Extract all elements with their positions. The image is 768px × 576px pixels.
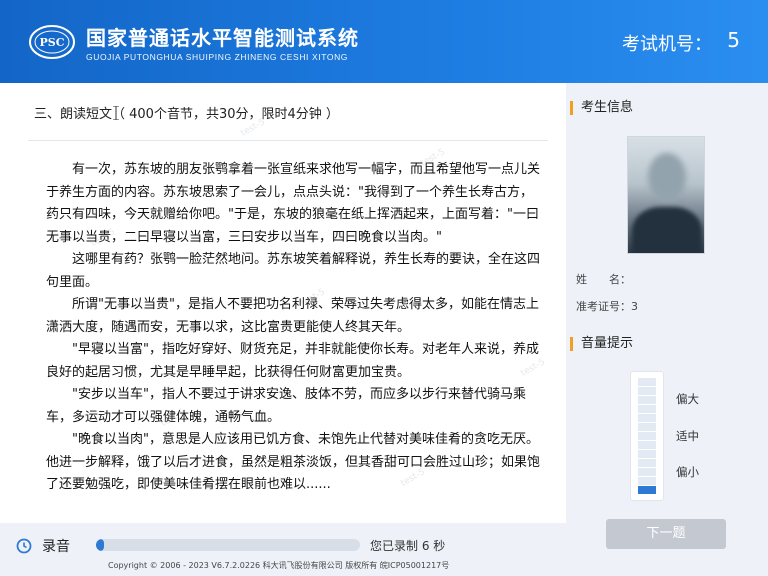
- exam-machine-label: 考试机号：: [622, 34, 712, 55]
- volume-high-label: 偏大: [676, 392, 699, 406]
- volume-bars: [638, 378, 656, 494]
- volume-bar: [638, 441, 656, 449]
- app-title: 国家普通话水平智能测试系统: [86, 26, 359, 50]
- passage-paragraph: 有一次，苏东坡的朋友张鹗拿着一张宣纸来求他写一幅字，而且希望他写一点儿关于养生方…: [46, 162, 541, 245]
- passage-paragraph: 所谓"无事以当贵"，是指人不要把功名利禄、荣辱过失考虑得太多，如能在情志上潇洒大…: [46, 297, 539, 335]
- volume-bar: [638, 378, 656, 386]
- volume-bar: [638, 459, 656, 467]
- logo-text: PSC: [40, 36, 65, 49]
- candidate-photo: [627, 136, 705, 254]
- passage-paragraph: "早寝以当富"，指吃好穿好、财货充足，并非就能使你长寿。对老年人来说，养成良好的…: [46, 342, 539, 380]
- next-question-button[interactable]: 下一题: [606, 519, 726, 549]
- psc-logo-icon: PSC: [29, 25, 75, 59]
- volume-bar: [638, 396, 656, 404]
- volume-bar: [638, 405, 656, 413]
- recording-label: 录音: [42, 539, 70, 555]
- exam-machine-number: 5: [727, 28, 740, 52]
- volume-mid-label: 适中: [676, 429, 699, 443]
- name-label: 姓 名：: [576, 273, 631, 286]
- passage-paragraph: "晚食以当肉"，意思是人应该用已饥方食、未饱先止代替对美味佳肴的贪吃无厌。他进一…: [46, 432, 541, 492]
- volume-title: 音量提示: [570, 337, 633, 351]
- recording-progress-bar: [96, 539, 360, 551]
- volume-bar: [638, 468, 656, 476]
- volume-bar: [638, 486, 656, 494]
- app-subtitle: GUOJIA PUTONGHUA SHUIPING ZHINENG CESHI …: [86, 52, 349, 62]
- divider: [28, 140, 548, 141]
- copyright-text: Copyright © 2006 - 2023 V6.7.2.0226 科大讯飞…: [108, 561, 450, 570]
- volume-bar: [638, 423, 656, 431]
- recording-progress-fill: [96, 539, 104, 551]
- passage-paragraph: "安步以当车"，指人不要过于讲求安逸、肢体不劳，而应多以步行来替代骑马乘车，多运…: [46, 387, 526, 425]
- volume-bar: [638, 387, 656, 395]
- section-title: 三、朗读短文（ 400个音节，共30分，限时4分钟 ）: [34, 107, 339, 122]
- recording-clock-icon: [16, 538, 32, 554]
- volume-meter: [630, 371, 664, 501]
- candidate-id-row: 准考证号：3: [576, 298, 638, 314]
- candidate-name-row: 姓 名：: [576, 271, 631, 287]
- recording-bar: 录音 您已录制 6 秒 Copyright © 2006 - 2023 V6.7…: [0, 523, 566, 576]
- id-value: 3: [631, 300, 638, 313]
- app-window: PSC 国家普通话水平智能测试系统 GUOJIA PUTONGHUA SHUIP…: [0, 0, 768, 576]
- sidebar: 考生信息 姓 名： 准考证号：3 音量提示 偏大 适中 偏小 下一题: [566, 83, 768, 576]
- volume-bar: [638, 450, 656, 458]
- volume-low-label: 偏小: [676, 465, 699, 479]
- passage-paragraph: 这哪里有药？张鹗一脸茫然地问。苏东坡笑着解释说，养生长寿的要诀，全在这四句里面。: [46, 252, 541, 290]
- reading-passage: 有一次，苏东坡的朋友张鹗拿着一张宣纸来求他写一幅字，而且希望他写一点儿关于养生方…: [46, 159, 540, 497]
- candidate-info-title: 考生信息: [570, 101, 633, 115]
- recording-status: 您已录制 6 秒: [370, 539, 446, 553]
- text-cursor-icon: [113, 106, 119, 120]
- id-label: 准考证号：: [576, 300, 631, 313]
- volume-bar: [638, 414, 656, 422]
- reading-panel: 三、朗读短文（ 400个音节，共30分，限时4分钟 ） 有一次，苏东坡的朋友张鹗…: [0, 83, 566, 523]
- volume-bar: [638, 432, 656, 440]
- app-header: PSC 国家普通话水平智能测试系统 GUOJIA PUTONGHUA SHUIP…: [0, 0, 768, 83]
- volume-bar: [638, 477, 656, 485]
